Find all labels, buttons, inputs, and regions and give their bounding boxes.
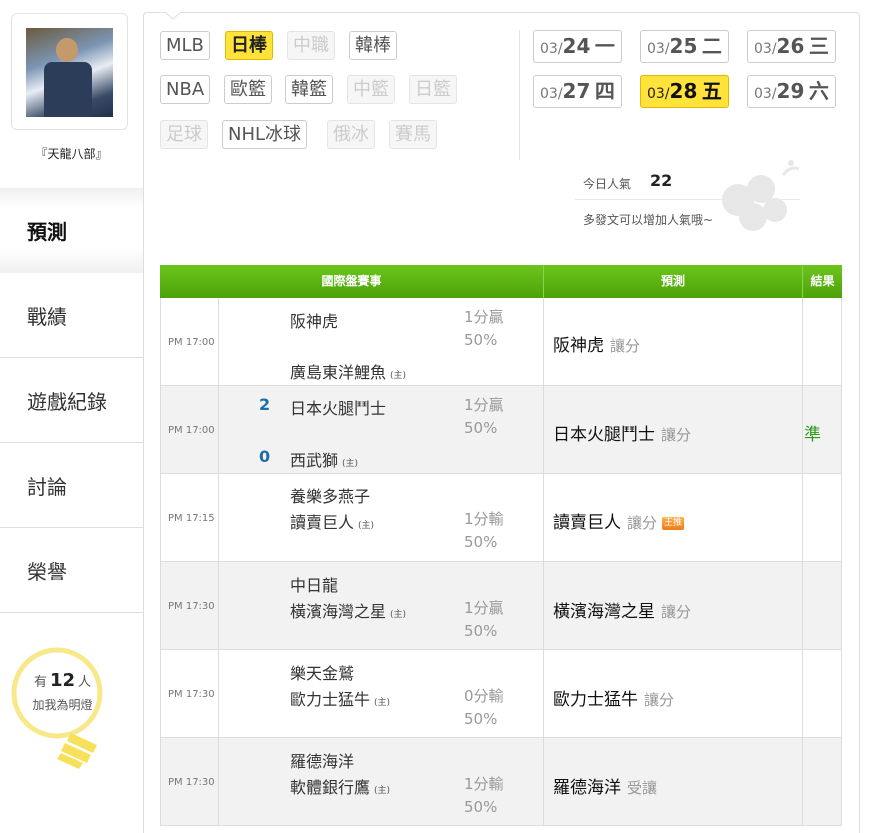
table-header: 國際盤賽事 預測 結果 [160, 265, 842, 298]
league-tag-cpbl: 中職 [287, 31, 335, 60]
avatar-frame[interactable] [11, 13, 128, 130]
home-team: 歐力士猛牛 (主) [290, 690, 391, 709]
league-tag-euro-basketball[interactable]: 歐籃 [224, 75, 272, 104]
league-tag-soccer: 足球 [160, 120, 208, 149]
spread-info: 1分贏 50% [464, 396, 504, 437]
date-0329[interactable]: 03/29 六 [747, 75, 836, 108]
sidebar: 『天龍八部』 預測 戰績 遊戲紀錄 討論 榮譽 有 12 人 加我為明燈 [0, 0, 143, 833]
home-mark: (主) [374, 786, 391, 796]
sidebar-item-discussion[interactable]: 討論 [0, 443, 143, 528]
home-team: 軟體銀行鷹 (主) [290, 778, 391, 797]
home-score: 0 [259, 447, 271, 466]
away-team: 日本火腿鬥士 [290, 399, 387, 418]
away-score: 2 [259, 395, 271, 414]
spread-info: 1分贏 50% [464, 308, 504, 349]
league-tag-khl: 俄冰 [327, 120, 375, 149]
away-team: 羅德海洋 [290, 752, 355, 771]
match-time: PM 17:30 [168, 777, 215, 788]
table-row: PM 17:30 樂天金鷲 歐力士猛牛 (主) 0分輸 50% 歐力士猛牛 讓分 [160, 650, 842, 738]
home-mark: (主) [358, 521, 375, 531]
predicted-pick: 歐力士猛牛 讓分 [553, 690, 675, 710]
spread-info: 1分輸 50% [464, 510, 504, 551]
king-pick-badge: 王推 [662, 516, 685, 530]
panel-notch [165, 12, 181, 20]
predicted-pick: 橫濱海灣之星 讓分 [553, 602, 692, 622]
predicted-pick: 羅德海洋 受讓 [553, 778, 658, 798]
table-row: PM 17:00 2 0 日本火腿鬥士 西武獅 (主) 1分贏 50% 日本火腿鬥士… [160, 386, 842, 474]
header-match: 國際盤賽事 [321, 274, 382, 288]
table-row: PM 17:00 阪神虎 廣島東洋鯉魚 (主) 1分贏 50% 阪神虎 讓分 [160, 298, 842, 386]
league-tag-mlb[interactable]: MLB [160, 31, 210, 60]
home-mark: (主) [390, 371, 407, 381]
home-team: 讀賣巨人 (主) [290, 513, 375, 532]
match-time: PM 17:15 [168, 513, 215, 524]
filter-divider [519, 30, 520, 160]
popularity-label: 今日人氣 [583, 177, 632, 191]
sidebar-item-record[interactable]: 戰績 [0, 273, 143, 358]
league-tag-cba: 中籃 [347, 75, 395, 104]
lamp-count: 有 12 人 [33, 670, 92, 691]
league-tag-nhl[interactable]: NHL冰球 [222, 120, 308, 149]
match-time: PM 17:30 [168, 601, 215, 612]
spread-info: 1分輸 50% [464, 775, 504, 816]
away-team: 阪神虎 [290, 312, 339, 331]
match-time: PM 17:30 [168, 689, 215, 700]
popularity-divider [575, 199, 800, 200]
home-mark: (主) [342, 459, 359, 469]
league-tag-jbl: 日籃 [409, 75, 457, 104]
home-mark: (主) [374, 698, 391, 708]
popularity-hint: 多發文可以增加人氣哦~ [583, 213, 714, 227]
away-team: 養樂多燕子 [290, 487, 371, 506]
home-team: 廣島東洋鯉魚 (主) [290, 363, 407, 382]
sidebar-item-game-log[interactable]: 遊戲紀錄 [0, 358, 143, 443]
predicted-pick: 阪神虎 讓分 [553, 336, 641, 356]
table-row: PM 17:15 養樂多燕子 讀賣巨人 (主) 1分輸 50% 讀賣巨人 讓分 王推 [160, 474, 842, 562]
spread-info: 0分輸 50% [464, 687, 504, 728]
sidebar-item-prediction[interactable]: 預測 [0, 188, 143, 273]
league-tag-kbl[interactable]: 韓籃 [285, 75, 333, 104]
home-team: 橫濱海灣之星 (主) [290, 602, 407, 621]
spread-info: 1分贏 50% [464, 599, 504, 640]
match-time: PM 17:00 [168, 337, 215, 348]
table-row: PM 17:30 羅德海洋 軟體銀行鷹 (主) 1分輸 50% 羅德海洋 受讓 [160, 738, 842, 826]
away-team: 中日龍 [290, 576, 339, 595]
lamp-label: 加我為明燈 [32, 698, 93, 712]
league-tag-npb[interactable]: 日棒 [225, 31, 273, 60]
header-prediction: 預測 [660, 274, 685, 288]
date-0327[interactable]: 03/27 四 [533, 75, 622, 108]
date-0325[interactable]: 03/25 二 [640, 30, 729, 63]
nickname[interactable]: 『天龍八部』 [0, 145, 143, 162]
date-0324[interactable]: 03/24 一 [533, 30, 622, 63]
decoration-icon [722, 160, 800, 231]
predicted-pick: 日本火腿鬥士 讓分 [553, 425, 692, 445]
result-correct: 準 [804, 425, 821, 445]
away-team: 樂天金鷲 [290, 664, 355, 683]
date-0328[interactable]: 03/28 五 [640, 75, 729, 108]
table-row: PM 17:30 中日龍 橫濱海灣之星 (主) 1分贏 50% 橫濱海灣之星 讓分 [160, 562, 842, 650]
league-tag-kbo[interactable]: 韓棒 [349, 31, 397, 60]
league-tag-nba[interactable]: NBA [160, 75, 211, 104]
league-tag-horse-racing: 賽馬 [389, 120, 437, 149]
match-time: PM 17:00 [168, 425, 215, 436]
avatar[interactable] [26, 28, 113, 117]
home-team: 西武獅 (主) [290, 451, 359, 470]
popularity-value: 22 [650, 171, 673, 190]
sidebar-item-honor[interactable]: 榮譽 [0, 528, 143, 613]
header-result: 結果 [810, 274, 835, 288]
predicted-pick: 讀賣巨人 讓分 王推 [553, 513, 685, 533]
date-0326[interactable]: 03/26 三 [747, 30, 836, 63]
home-mark: (主) [390, 610, 407, 620]
